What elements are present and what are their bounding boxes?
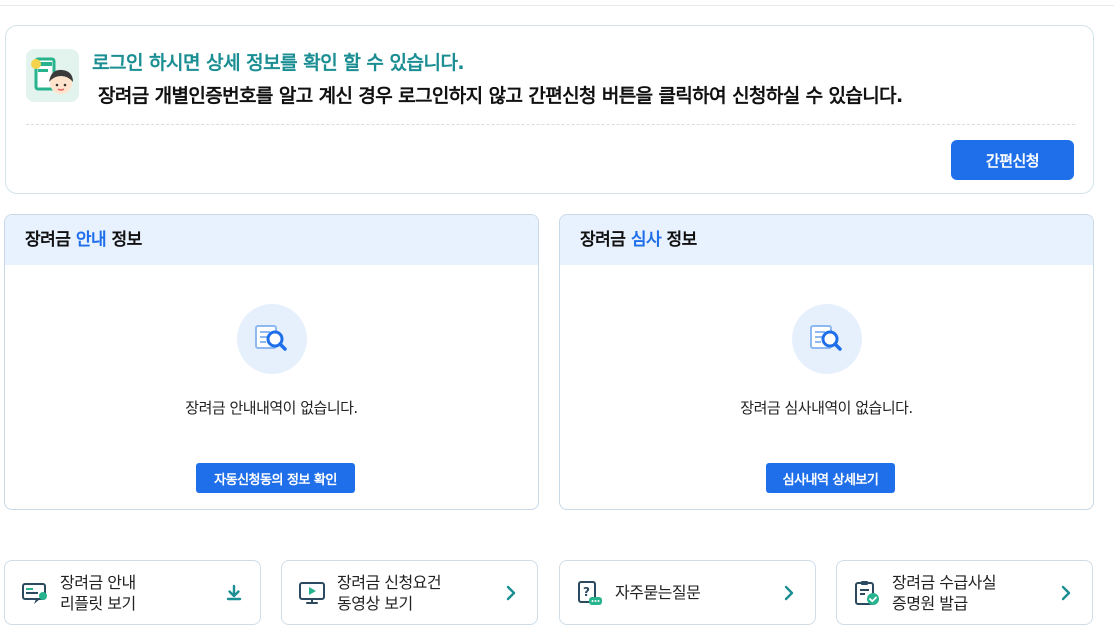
link-label-line1: 장려금 신청요건	[337, 573, 442, 592]
certificate-link[interactable]: 장려금 수급사실증명원 발급	[836, 560, 1093, 625]
leaflet-link[interactable]: 장려금 안내리플릿 보기	[4, 560, 261, 625]
link-label: 장려금 안내리플릿 보기	[60, 572, 136, 614]
certificate-icon	[853, 579, 881, 607]
quick-apply-button[interactable]: 간편신청	[951, 140, 1074, 180]
empty-review-text: 장려금 심사내역이 없습니다.	[740, 399, 913, 417]
link-label-line1: 장려금 수급사실	[892, 573, 997, 592]
notice-title: 로그인 하시면 상세 정보를 확인 할 수 있습니다.	[92, 52, 465, 74]
faq-icon: ?	[576, 579, 604, 607]
panel-title-pre: 장려금	[580, 230, 631, 250]
panel-title-post: 정보	[106, 230, 143, 250]
link-label-line2: 동영상 보기	[337, 594, 413, 613]
link-label-line1: 장려금 안내	[60, 573, 136, 592]
video-monitor-icon	[298, 579, 326, 607]
document-search-icon	[237, 304, 307, 374]
panel-title: 장려금 안내 정보	[5, 215, 538, 265]
empty-guide-text: 장려금 안내내역이 없습니다.	[185, 399, 358, 417]
download-icon	[224, 583, 244, 603]
link-label-line2: 증명원 발급	[892, 594, 968, 613]
document-search-icon	[792, 304, 862, 374]
notice-description: 장려금 개별인증번호를 알고 계신 경우 로그인하지 않고 간편신청 버튼을 클…	[98, 85, 903, 107]
panel-title: 장려금 심사 정보	[560, 215, 1093, 265]
notice-divider	[26, 124, 1075, 125]
faq-link[interactable]: ? 자주묻는질문	[559, 560, 816, 625]
link-label: 장려금 신청요건동영상 보기	[337, 572, 442, 614]
top-divider	[0, 5, 1114, 6]
panel-title-pre: 장려금	[25, 230, 76, 250]
person-document-icon	[26, 49, 79, 102]
chevron-right-icon	[779, 583, 799, 603]
svg-text:?: ?	[583, 585, 590, 599]
requirements-video-link[interactable]: 장려금 신청요건동영상 보기	[281, 560, 538, 625]
leaflet-icon	[21, 579, 49, 607]
panel-title-post: 정보	[661, 230, 698, 250]
chevron-right-icon	[1056, 583, 1076, 603]
review-details-button[interactable]: 심사내역 상세보기	[766, 463, 895, 493]
incentive-guide-panel: 장려금 안내 정보 장려금 안내내역이 없습니다. 자동신청동의 정보 확인	[4, 214, 539, 510]
chevron-right-icon	[501, 583, 521, 603]
panel-title-accent: 안내	[75, 230, 107, 250]
incentive-review-panel: 장려금 심사 정보 장려금 심사내역이 없습니다. 심사내역 상세보기	[559, 214, 1094, 510]
login-notice-card: 로그인 하시면 상세 정보를 확인 할 수 있습니다. 장려금 개별인증번호를 …	[5, 25, 1094, 194]
link-label: 자주묻는질문	[615, 583, 701, 602]
auto-apply-consent-button[interactable]: 자동신청동의 정보 확인	[196, 463, 355, 493]
link-label-line2: 리플릿 보기	[60, 594, 136, 613]
panel-title-accent: 심사	[630, 230, 662, 250]
link-label: 장려금 수급사실증명원 발급	[892, 572, 997, 614]
